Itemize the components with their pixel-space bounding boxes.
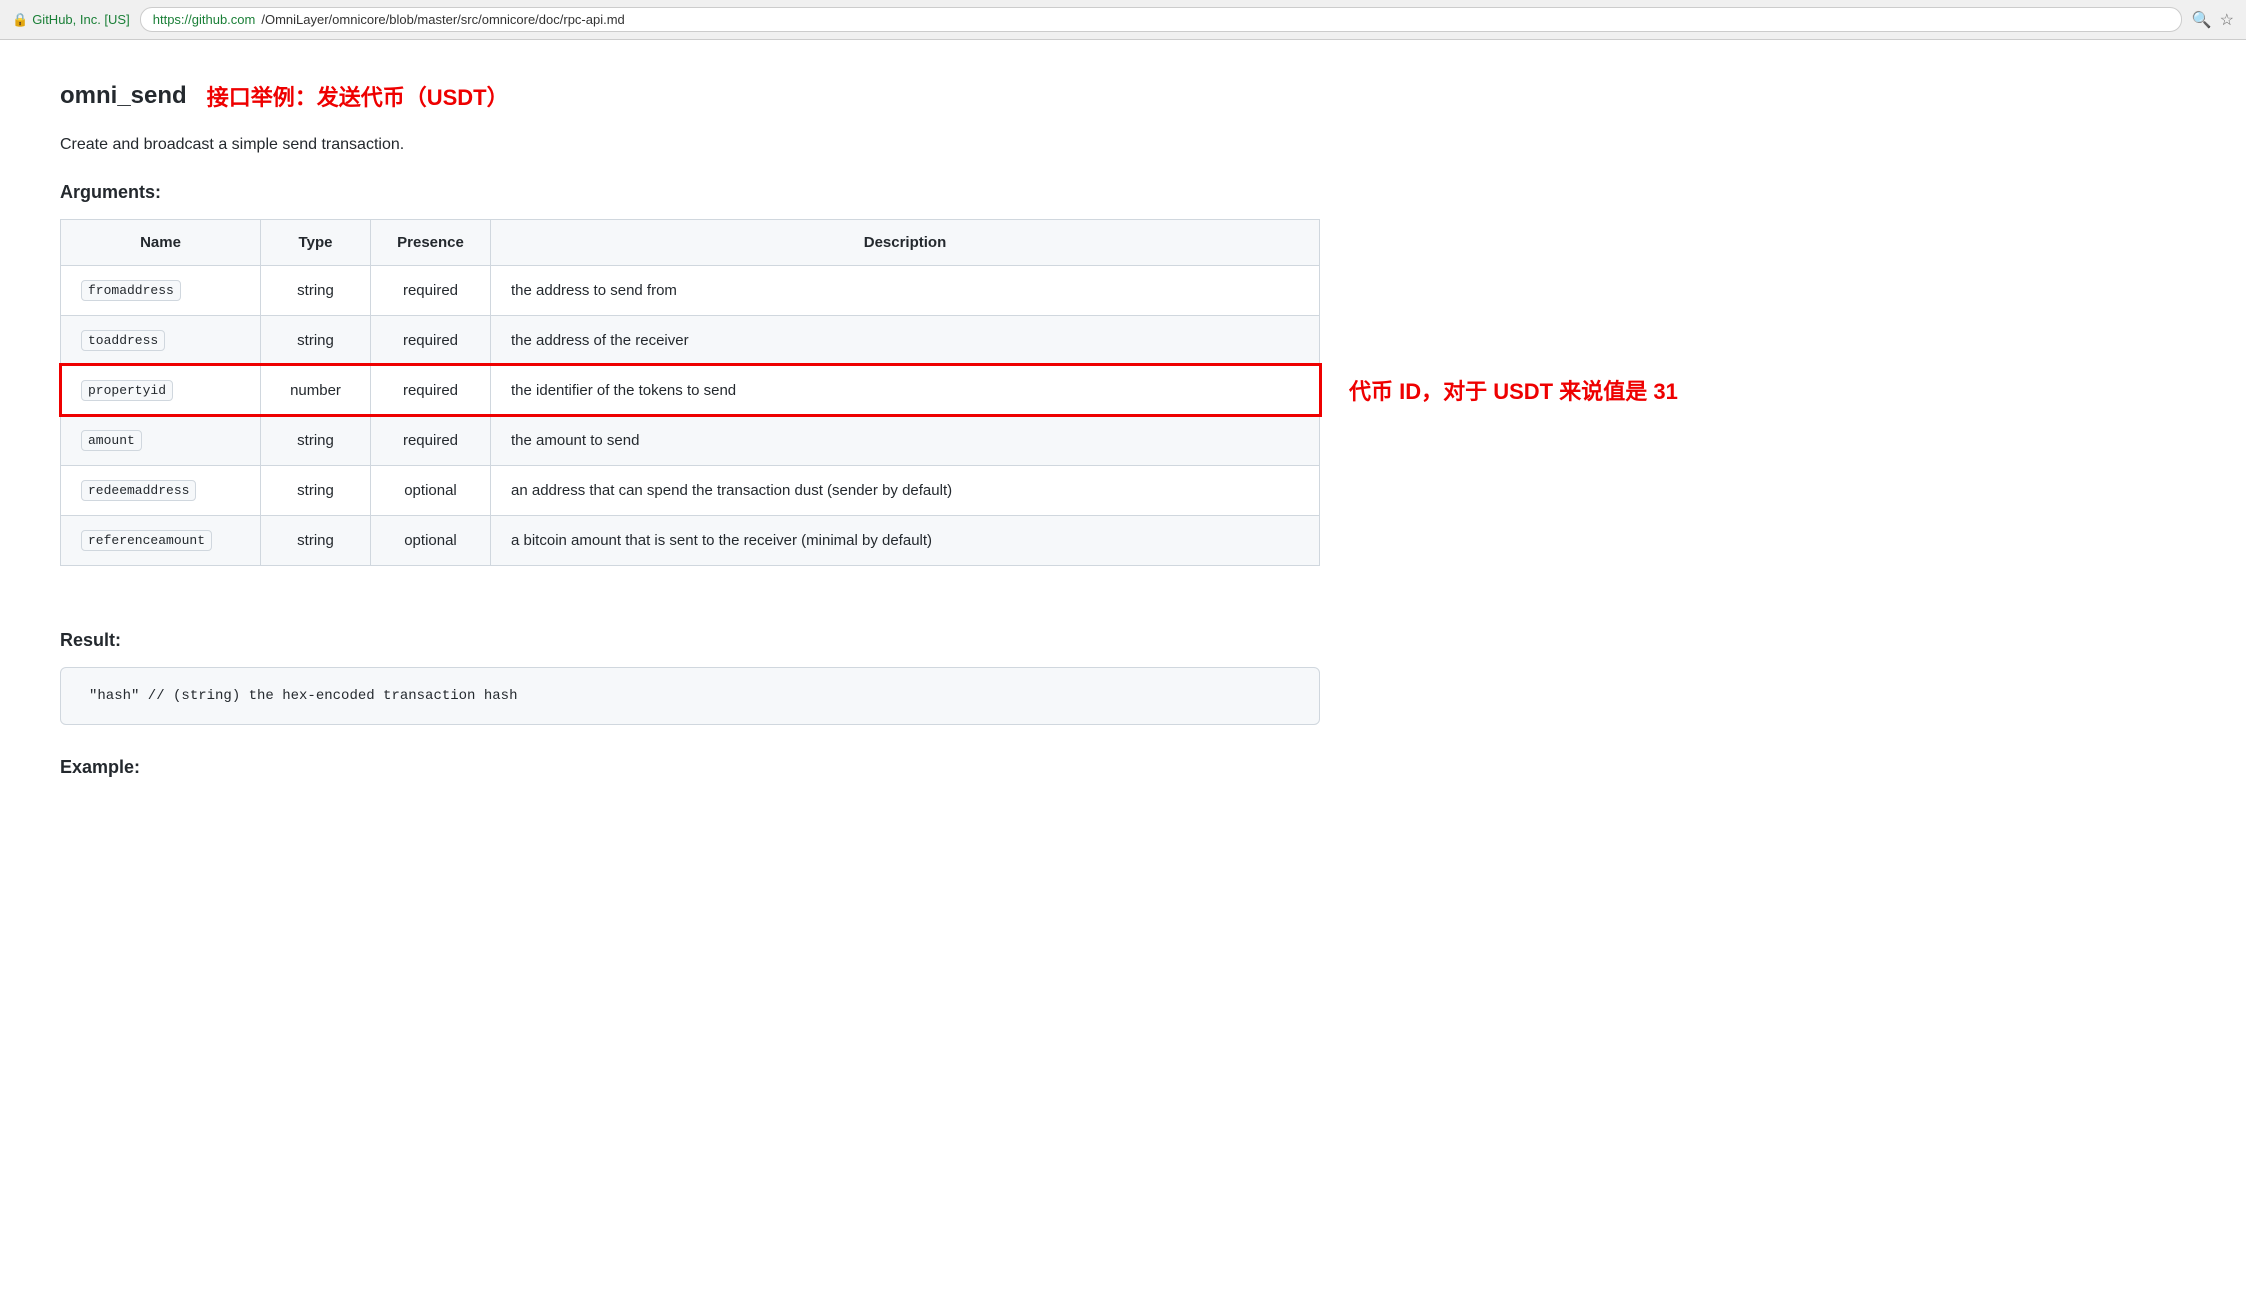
cell-description: the identifier of the tokens to send <box>491 365 1320 415</box>
param-name-code: propertyid <box>81 380 173 401</box>
page-heading: omni_send 接口举例：发送代币（USDT） <box>60 80 1340 112</box>
cell-presence: optional <box>371 515 491 565</box>
example-section-title: Example: <box>60 757 1340 778</box>
table-header-row: Name Type Presence Description <box>61 219 1320 265</box>
arguments-section-title: Arguments: <box>60 182 1340 203</box>
param-name-code: redeemaddress <box>81 480 196 501</box>
table-row: fromaddress stringrequiredthe address to … <box>61 265 1320 315</box>
browser-action-icons: 🔍 ☆ <box>2192 10 2234 30</box>
cell-name: propertyid <box>61 365 261 415</box>
cell-type: string <box>261 415 371 465</box>
propertyid-row-annotation: 代币 ID，对于 USDT 来说值是 31 <box>1349 365 1678 415</box>
cell-presence: required <box>371 365 491 415</box>
page-content: omni_send 接口举例：发送代币（USDT） Create and bro… <box>0 40 1400 834</box>
cell-type: string <box>261 265 371 315</box>
table-row: toaddress stringrequiredthe address of th… <box>61 315 1320 365</box>
param-name-code: fromaddress <box>81 280 181 301</box>
cell-type: number <box>261 365 371 415</box>
bookmark-icon[interactable]: ☆ <box>2220 10 2234 30</box>
table-row: referenceamount stringoptionala bitcoin a… <box>61 515 1320 565</box>
cell-description: an address that can spend the transactio… <box>491 465 1320 515</box>
api-description: Create and broadcast a simple send trans… <box>60 132 1340 158</box>
result-code-block: "hash" // (string) the hex-encoded trans… <box>60 667 1320 725</box>
arguments-table: Name Type Presence Description fromaddre… <box>60 219 1320 566</box>
col-header-type: Type <box>261 219 371 265</box>
url-origin: https://github.com <box>153 12 256 27</box>
cell-name: referenceamount <box>61 515 261 565</box>
col-header-description: Description <box>491 219 1320 265</box>
cell-name: toaddress <box>61 315 261 365</box>
cell-type: string <box>261 465 371 515</box>
table-row: propertyid numberrequiredthe identifier o… <box>61 365 1320 415</box>
cell-presence: required <box>371 315 491 365</box>
heading-chinese-annotation: 接口举例：发送代币（USDT） <box>207 80 509 112</box>
api-name: omni_send <box>60 82 187 110</box>
param-name-code: referenceamount <box>81 530 212 551</box>
table-row: amount stringrequiredthe amount to send <box>61 415 1320 465</box>
cell-description: the address of the receiver <box>491 315 1320 365</box>
cell-type: string <box>261 315 371 365</box>
col-header-presence: Presence <box>371 219 491 265</box>
cell-description: the amount to send <box>491 415 1320 465</box>
param-name-code: amount <box>81 430 142 451</box>
col-header-name: Name <box>61 219 261 265</box>
browser-security-indicator: 🔒 GitHub, Inc. [US] <box>12 12 130 28</box>
cell-description: the address to send from <box>491 265 1320 315</box>
cell-presence: required <box>371 415 491 465</box>
browser-chrome: 🔒 GitHub, Inc. [US] https://github.com /… <box>0 0 2246 40</box>
cell-presence: required <box>371 265 491 315</box>
cell-presence: optional <box>371 465 491 515</box>
address-bar[interactable]: https://github.com /OmniLayer/omnicore/b… <box>140 7 2182 32</box>
param-name-code: toaddress <box>81 330 165 351</box>
table-row: redeemaddress stringoptionalan address th… <box>61 465 1320 515</box>
result-section-title: Result: <box>60 630 1340 651</box>
cell-name: redeemaddress <box>61 465 261 515</box>
cell-name: fromaddress <box>61 265 261 315</box>
url-path: /OmniLayer/omnicore/blob/master/src/omni… <box>261 12 624 27</box>
cell-type: string <box>261 515 371 565</box>
cell-name: amount <box>61 415 261 465</box>
search-icon[interactable]: 🔍 <box>2192 10 2212 30</box>
cell-description: a bitcoin amount that is sent to the rec… <box>491 515 1320 565</box>
lock-icon: 🔒 <box>12 12 28 28</box>
result-code-text: "hash" // (string) the hex-encoded trans… <box>89 688 517 704</box>
